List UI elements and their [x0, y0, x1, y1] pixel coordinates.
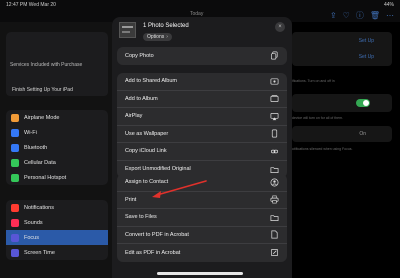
action-label: Convert to PDF in Acrobat	[125, 231, 189, 238]
status-card: On	[292, 126, 392, 142]
focus-icon	[11, 233, 19, 242]
settings-detail: Set Up Set Up ifications. Turn on and of…	[292, 22, 400, 278]
sheet-header: 1 Photo Selected Options › ×	[112, 17, 292, 44]
sidebar-item-wi-fi[interactable]: Wi-Fi	[6, 125, 108, 140]
action-label: AirPlay	[125, 113, 143, 120]
notifications-group: Notifications Sounds Focus Screen Time	[6, 200, 108, 260]
photo-thumbnail	[119, 22, 136, 38]
focus-note-2: device will turn on for all of them.	[292, 116, 343, 120]
action-label: Save to Files	[125, 214, 157, 221]
personal-hotspot-icon	[11, 173, 19, 182]
action-label: Edit as PDF in Acrobat	[125, 249, 181, 256]
copy-group: Copy Photo	[117, 47, 287, 65]
action-label: Export Unmodified Original	[125, 166, 191, 173]
action-label: Assign to Contact	[125, 179, 169, 186]
sheet-title: 1 Photo Selected	[143, 23, 189, 29]
cellular-data-icon	[11, 158, 19, 167]
wallpaper-icon	[269, 129, 279, 139]
more-icon[interactable]: ⋯	[386, 11, 394, 20]
share-icon[interactable]: ⇪	[330, 11, 337, 20]
focus-note-3: otifications silenced when using Focus.	[292, 147, 353, 151]
action-copy-photo[interactable]: Copy Photo	[117, 47, 287, 65]
photo-actions-group: Add to Shared Album Add to Album AirPlay Us…	[117, 73, 287, 178]
sidebar-item-cellular-data[interactable]: Cellular Data	[6, 155, 108, 170]
screen-time-icon	[11, 248, 19, 257]
action-label: Copy iCloud Link	[125, 148, 167, 155]
folder-icon	[269, 164, 279, 174]
share-focus-card	[292, 94, 392, 112]
setup-button-2[interactable]: Set Up	[359, 54, 374, 60]
home-indicator[interactable]	[157, 272, 243, 275]
printer-icon	[269, 195, 279, 205]
sidebar-item-label: Notifications	[24, 204, 54, 211]
setup-button-1[interactable]: Set Up	[359, 38, 374, 44]
sidebar-item-label: Wi-Fi	[24, 129, 37, 136]
sidebar-item-label: Bluetooth	[24, 144, 48, 151]
focus-note: ifications. Turn on and off in	[292, 79, 335, 83]
shared-album-icon	[269, 76, 279, 86]
copy-icon	[269, 51, 279, 61]
edit-icon	[269, 248, 279, 258]
folder-icon	[269, 212, 279, 222]
action-label: Copy Photo	[125, 52, 154, 59]
finish-setup-row[interactable]: Finish Setting Up Your iPad	[6, 82, 108, 96]
chevron-right-icon: ›	[166, 34, 168, 40]
sidebar-item-label: Focus	[24, 234, 39, 241]
sidebar-item-sounds[interactable]: Sounds	[6, 215, 108, 230]
sidebar-item-focus[interactable]: Focus	[6, 230, 108, 245]
action-assign-to-contact[interactable]: Assign to Contact	[117, 174, 287, 192]
action-add-to-album[interactable]: Add to Album	[117, 91, 287, 108]
services-label: Services Included with Purchase	[10, 62, 83, 68]
action-convert-to-pdf-in-acrobat[interactable]: Convert to PDF in Acrobat	[117, 227, 287, 244]
action-label: Add to Shared Album	[125, 78, 177, 85]
connectivity-group: Airplane Mode Wi-Fi Bluetooth Cellular Data…	[6, 110, 108, 185]
sidebar-item-bluetooth[interactable]: Bluetooth	[6, 140, 108, 155]
sidebar-item-label: Screen Time	[24, 249, 55, 256]
action-label: Add to Album	[125, 95, 158, 102]
info-icon[interactable]: ⓘ	[356, 11, 364, 20]
sidebar-item-screen-time[interactable]: Screen Time	[6, 245, 108, 260]
sidebar-item-notifications[interactable]: Notifications	[6, 200, 108, 215]
sidebar-item-label: Cellular Data	[24, 159, 56, 166]
wi-fi-icon	[11, 128, 19, 137]
sounds-icon	[11, 218, 19, 227]
action-copy-icloud-link[interactable]: Copy iCloud Link	[117, 143, 287, 161]
sidebar-item-personal-hotspot[interactable]: Personal Hotspot	[6, 170, 108, 185]
action-save-to-files[interactable]: Save to Files	[117, 209, 287, 227]
bluetooth-icon	[11, 143, 19, 152]
more-actions-group: Assign to Contact Print Save to Files Conve…	[117, 174, 287, 262]
heart-icon[interactable]: ♡	[343, 11, 350, 20]
settings-sidebar: Services Included with Purchase Finish S…	[0, 22, 112, 278]
action-print[interactable]: Print	[117, 192, 287, 209]
trash-icon[interactable]: 🗑	[370, 11, 380, 20]
sidebar-item-airplane-mode[interactable]: Airplane Mode	[6, 110, 108, 125]
action-label: Print	[125, 196, 137, 203]
share-sheet: 1 Photo Selected Options › × Copy Photo A…	[112, 17, 292, 278]
link-icon	[269, 146, 279, 156]
action-use-as-wallpaper[interactable]: Use as Wallpaper	[117, 126, 287, 143]
action-label: Use as Wallpaper	[125, 130, 169, 137]
sidebar-item-label: Sounds	[24, 219, 43, 226]
action-airplay[interactable]: AirPlay	[117, 108, 287, 126]
close-button[interactable]: ×	[275, 22, 285, 32]
sidebar-item-label: Personal Hotspot	[24, 174, 67, 181]
options-label: Options	[147, 34, 165, 40]
focus-toggle[interactable]	[356, 99, 370, 107]
album-icon	[269, 94, 279, 104]
acrobat-icon	[269, 230, 279, 240]
setup-card: Set Up Set Up	[292, 32, 392, 66]
notifications-icon	[11, 203, 19, 212]
status-on[interactable]: On	[359, 131, 366, 137]
contact-icon	[269, 177, 279, 187]
airplay-icon	[269, 111, 279, 121]
action-add-to-shared-album[interactable]: Add to Shared Album	[117, 73, 287, 91]
sidebar-item-label: Airplane Mode	[24, 114, 60, 121]
options-button[interactable]: Options ›	[143, 33, 172, 41]
action-edit-as-pdf-in-acrobat[interactable]: Edit as PDF in Acrobat	[117, 244, 287, 262]
airplane-mode-icon	[11, 113, 19, 122]
